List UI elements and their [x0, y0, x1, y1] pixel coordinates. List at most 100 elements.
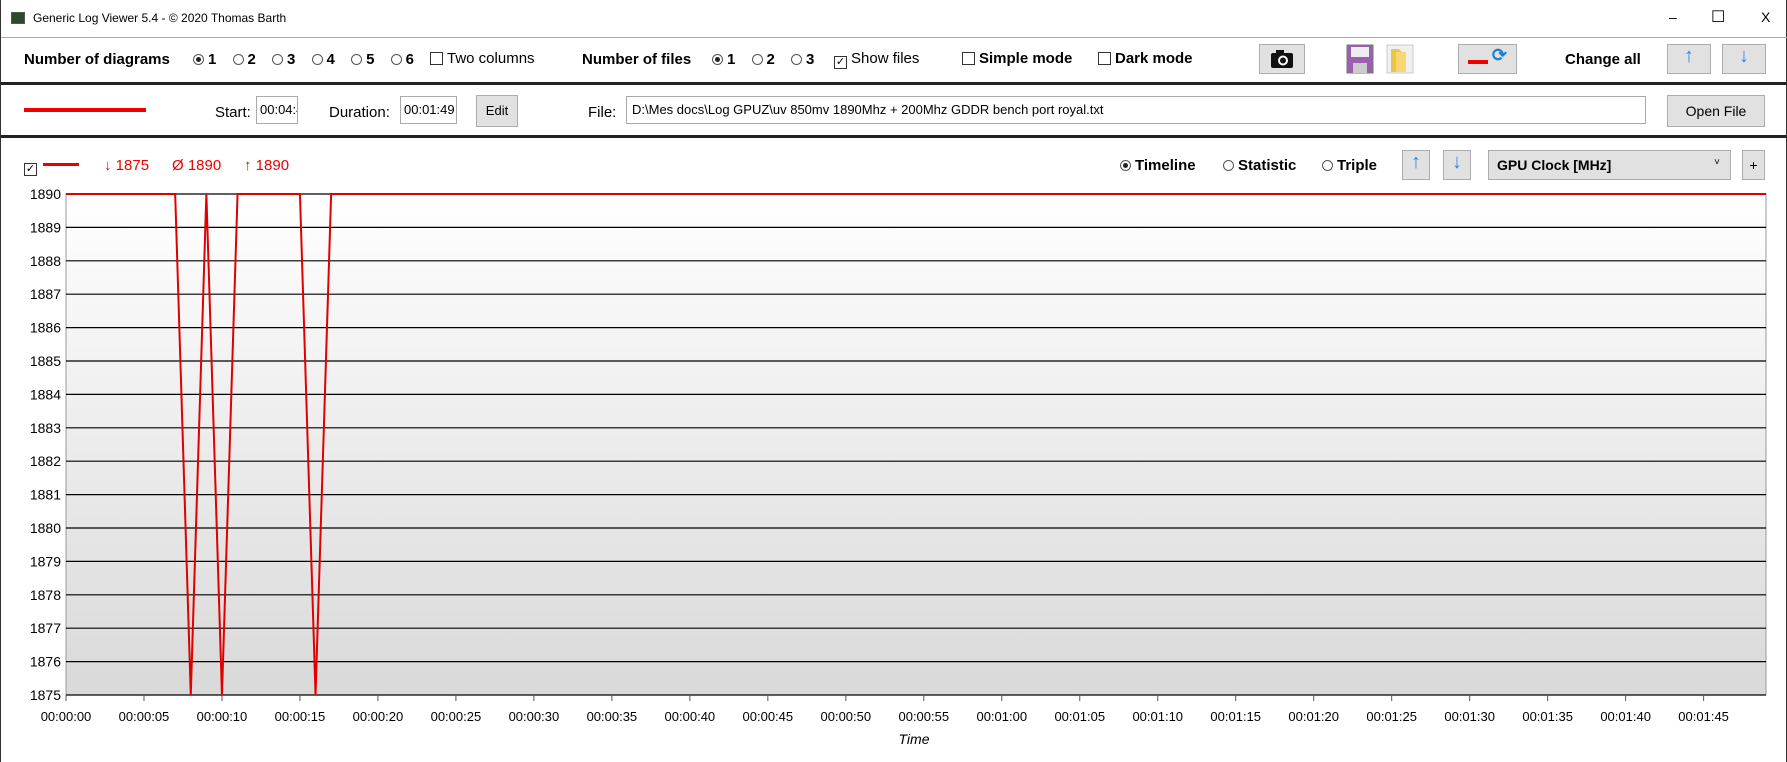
minimize-button[interactable]: –: [1669, 9, 1677, 25]
y-tick-label: 1888: [30, 253, 61, 269]
title-bar: Generic Log Viewer 5.4 - © 2020 Thomas B…: [1, 0, 1787, 38]
y-tick-label: 1877: [30, 620, 61, 636]
file-line-color[interactable]: [24, 108, 146, 112]
x-tick-label: 00:00:15: [275, 709, 326, 724]
radio-statistic[interactable]: Statistic: [1223, 157, 1296, 174]
camera-icon: [1271, 50, 1293, 68]
x-tick-label: 00:00:40: [665, 709, 716, 724]
x-tick-label: 00:00:25: [431, 709, 482, 724]
two-columns-checkbox[interactable]: Two columns: [430, 50, 535, 67]
divider: [1, 135, 1787, 138]
x-tick-label: 00:00:55: [898, 709, 949, 724]
radio-diagrams-4[interactable]: 4: [311, 51, 335, 68]
y-tick-label: 1886: [30, 320, 61, 336]
channel-select[interactable]: GPU Clock [MHz] ˅: [1488, 150, 1731, 180]
y-tick-label: 1889: [30, 219, 61, 235]
radio-files-1[interactable]: 1: [712, 51, 735, 68]
avg-value: Ø 1890: [172, 157, 222, 174]
x-tick-label: 00:01:00: [976, 709, 1027, 724]
move-up-all-button[interactable]: ↑: [1667, 44, 1711, 74]
x-tick-label: 00:01:10: [1132, 709, 1183, 724]
y-tick-label: 1881: [30, 487, 61, 503]
radio-diagrams-3[interactable]: 3: [272, 51, 295, 68]
diagram-count-radios: 1 2 3 4 5 6: [193, 51, 414, 68]
radio-triple[interactable]: Triple: [1322, 157, 1377, 174]
series-color-line[interactable]: [43, 163, 79, 166]
file-count-radios: 1 2 3: [712, 51, 814, 68]
x-tick-label: 00:00:20: [353, 709, 404, 724]
screenshot-button[interactable]: [1259, 44, 1305, 74]
x-tick-label: 00:00:30: [509, 709, 560, 724]
series-visible-checkbox[interactable]: ✓: [24, 157, 41, 176]
file-path-input[interactable]: D:\Mes docs\Log GPUZ\uv 850mv 1890Mhz + …: [626, 96, 1646, 124]
y-tick-label: 1876: [30, 654, 61, 670]
x-tick-label: 00:00:45: [743, 709, 794, 724]
arrow-up-icon: ↑: [1411, 151, 1421, 173]
save-icon[interactable]: [1346, 44, 1374, 74]
x-tick-label: 00:01:40: [1600, 709, 1651, 724]
start-label: Start:: [215, 104, 251, 121]
y-tick-label: 1879: [30, 553, 61, 569]
start-input[interactable]: 00:04:44: [256, 96, 298, 124]
x-tick-label: 00:01:15: [1210, 709, 1261, 724]
min-value: ↓ 1875: [104, 157, 150, 174]
y-tick-label: 1884: [30, 386, 61, 402]
x-tick-label: 00:00:10: [197, 709, 248, 724]
red-line-icon: [1468, 59, 1488, 64]
x-tick-label: 00:01:05: [1054, 709, 1105, 724]
duration-label: Duration:: [329, 104, 390, 121]
move-up-button[interactable]: ↑: [1402, 150, 1430, 180]
radio-files-3[interactable]: 3: [791, 51, 814, 68]
open-file-button[interactable]: Open File: [1667, 95, 1765, 127]
add-channel-button[interactable]: +: [1742, 150, 1765, 180]
y-tick-label: 1883: [30, 420, 61, 436]
duration-input[interactable]: 00:01:49: [400, 96, 457, 124]
files-label: Number of files: [582, 51, 692, 68]
y-tick-label: 1882: [30, 453, 61, 469]
x-tick-label: 00:01:30: [1444, 709, 1495, 724]
app-icon: [11, 12, 25, 24]
show-files-checkbox[interactable]: ✓ Show files: [834, 50, 919, 69]
x-tick-label: 00:00:00: [41, 709, 92, 724]
diagrams-label: Number of diagrams: [24, 51, 170, 68]
radio-diagrams-6[interactable]: 6: [390, 51, 414, 68]
remove-refresh-button[interactable]: ⟳: [1458, 44, 1517, 74]
divider: [1, 82, 1787, 85]
y-tick-label: 1880: [30, 520, 61, 536]
close-button[interactable]: X: [1761, 9, 1770, 25]
move-down-button[interactable]: ↓: [1443, 150, 1471, 180]
maximize-button[interactable]: ☐: [1711, 7, 1725, 27]
x-tick-label: 00:00:35: [587, 709, 638, 724]
arrow-up-icon: ↑: [1684, 45, 1694, 67]
edit-button[interactable]: Edit: [476, 95, 518, 127]
x-axis-label: Time: [899, 731, 930, 747]
x-tick-label: 00:01:25: [1366, 709, 1417, 724]
window-title: Generic Log Viewer 5.4 - © 2020 Thomas B…: [33, 11, 287, 25]
timeline-chart: 1875 1876 1877 1878 1879 1880 1881 1882 1883 1884…: [30, 186, 1767, 747]
x-tick-label: 00:01:20: [1288, 709, 1339, 724]
max-value: ↑ 1890: [244, 157, 290, 174]
arrow-down-icon: ↓: [1739, 45, 1749, 67]
chevron-down-icon: ˅: [1714, 157, 1720, 168]
y-tick-label: 1885: [30, 353, 61, 369]
y-tick-label: 1887: [30, 286, 61, 302]
arrow-down-icon: ↓: [1452, 151, 1462, 173]
change-all-label: Change all: [1565, 51, 1641, 68]
y-tick-label: 1890: [30, 186, 61, 202]
x-tick-label: 00:00:50: [821, 709, 872, 724]
refresh-icon: ⟳: [1491, 45, 1507, 65]
radio-diagrams-1[interactable]: 1: [193, 51, 216, 68]
move-down-all-button[interactable]: ↓: [1722, 44, 1766, 74]
radio-diagrams-5[interactable]: 5: [351, 51, 374, 68]
x-tick-label: 00:01:45: [1678, 709, 1729, 724]
plot-area: [65, 193, 1767, 696]
radio-files-2[interactable]: 2: [751, 51, 775, 68]
y-tick-label: 1878: [30, 587, 61, 603]
open-folder-icon[interactable]: [1386, 44, 1414, 74]
simple-mode-checkbox[interactable]: Simple mode: [962, 50, 1072, 67]
x-tick-label: 00:00:05: [119, 709, 170, 724]
radio-diagrams-2[interactable]: 2: [232, 51, 256, 68]
radio-timeline[interactable]: Timeline: [1120, 157, 1196, 174]
dark-mode-checkbox[interactable]: Dark mode: [1098, 50, 1193, 67]
y-tick-label: 1875: [30, 687, 61, 703]
